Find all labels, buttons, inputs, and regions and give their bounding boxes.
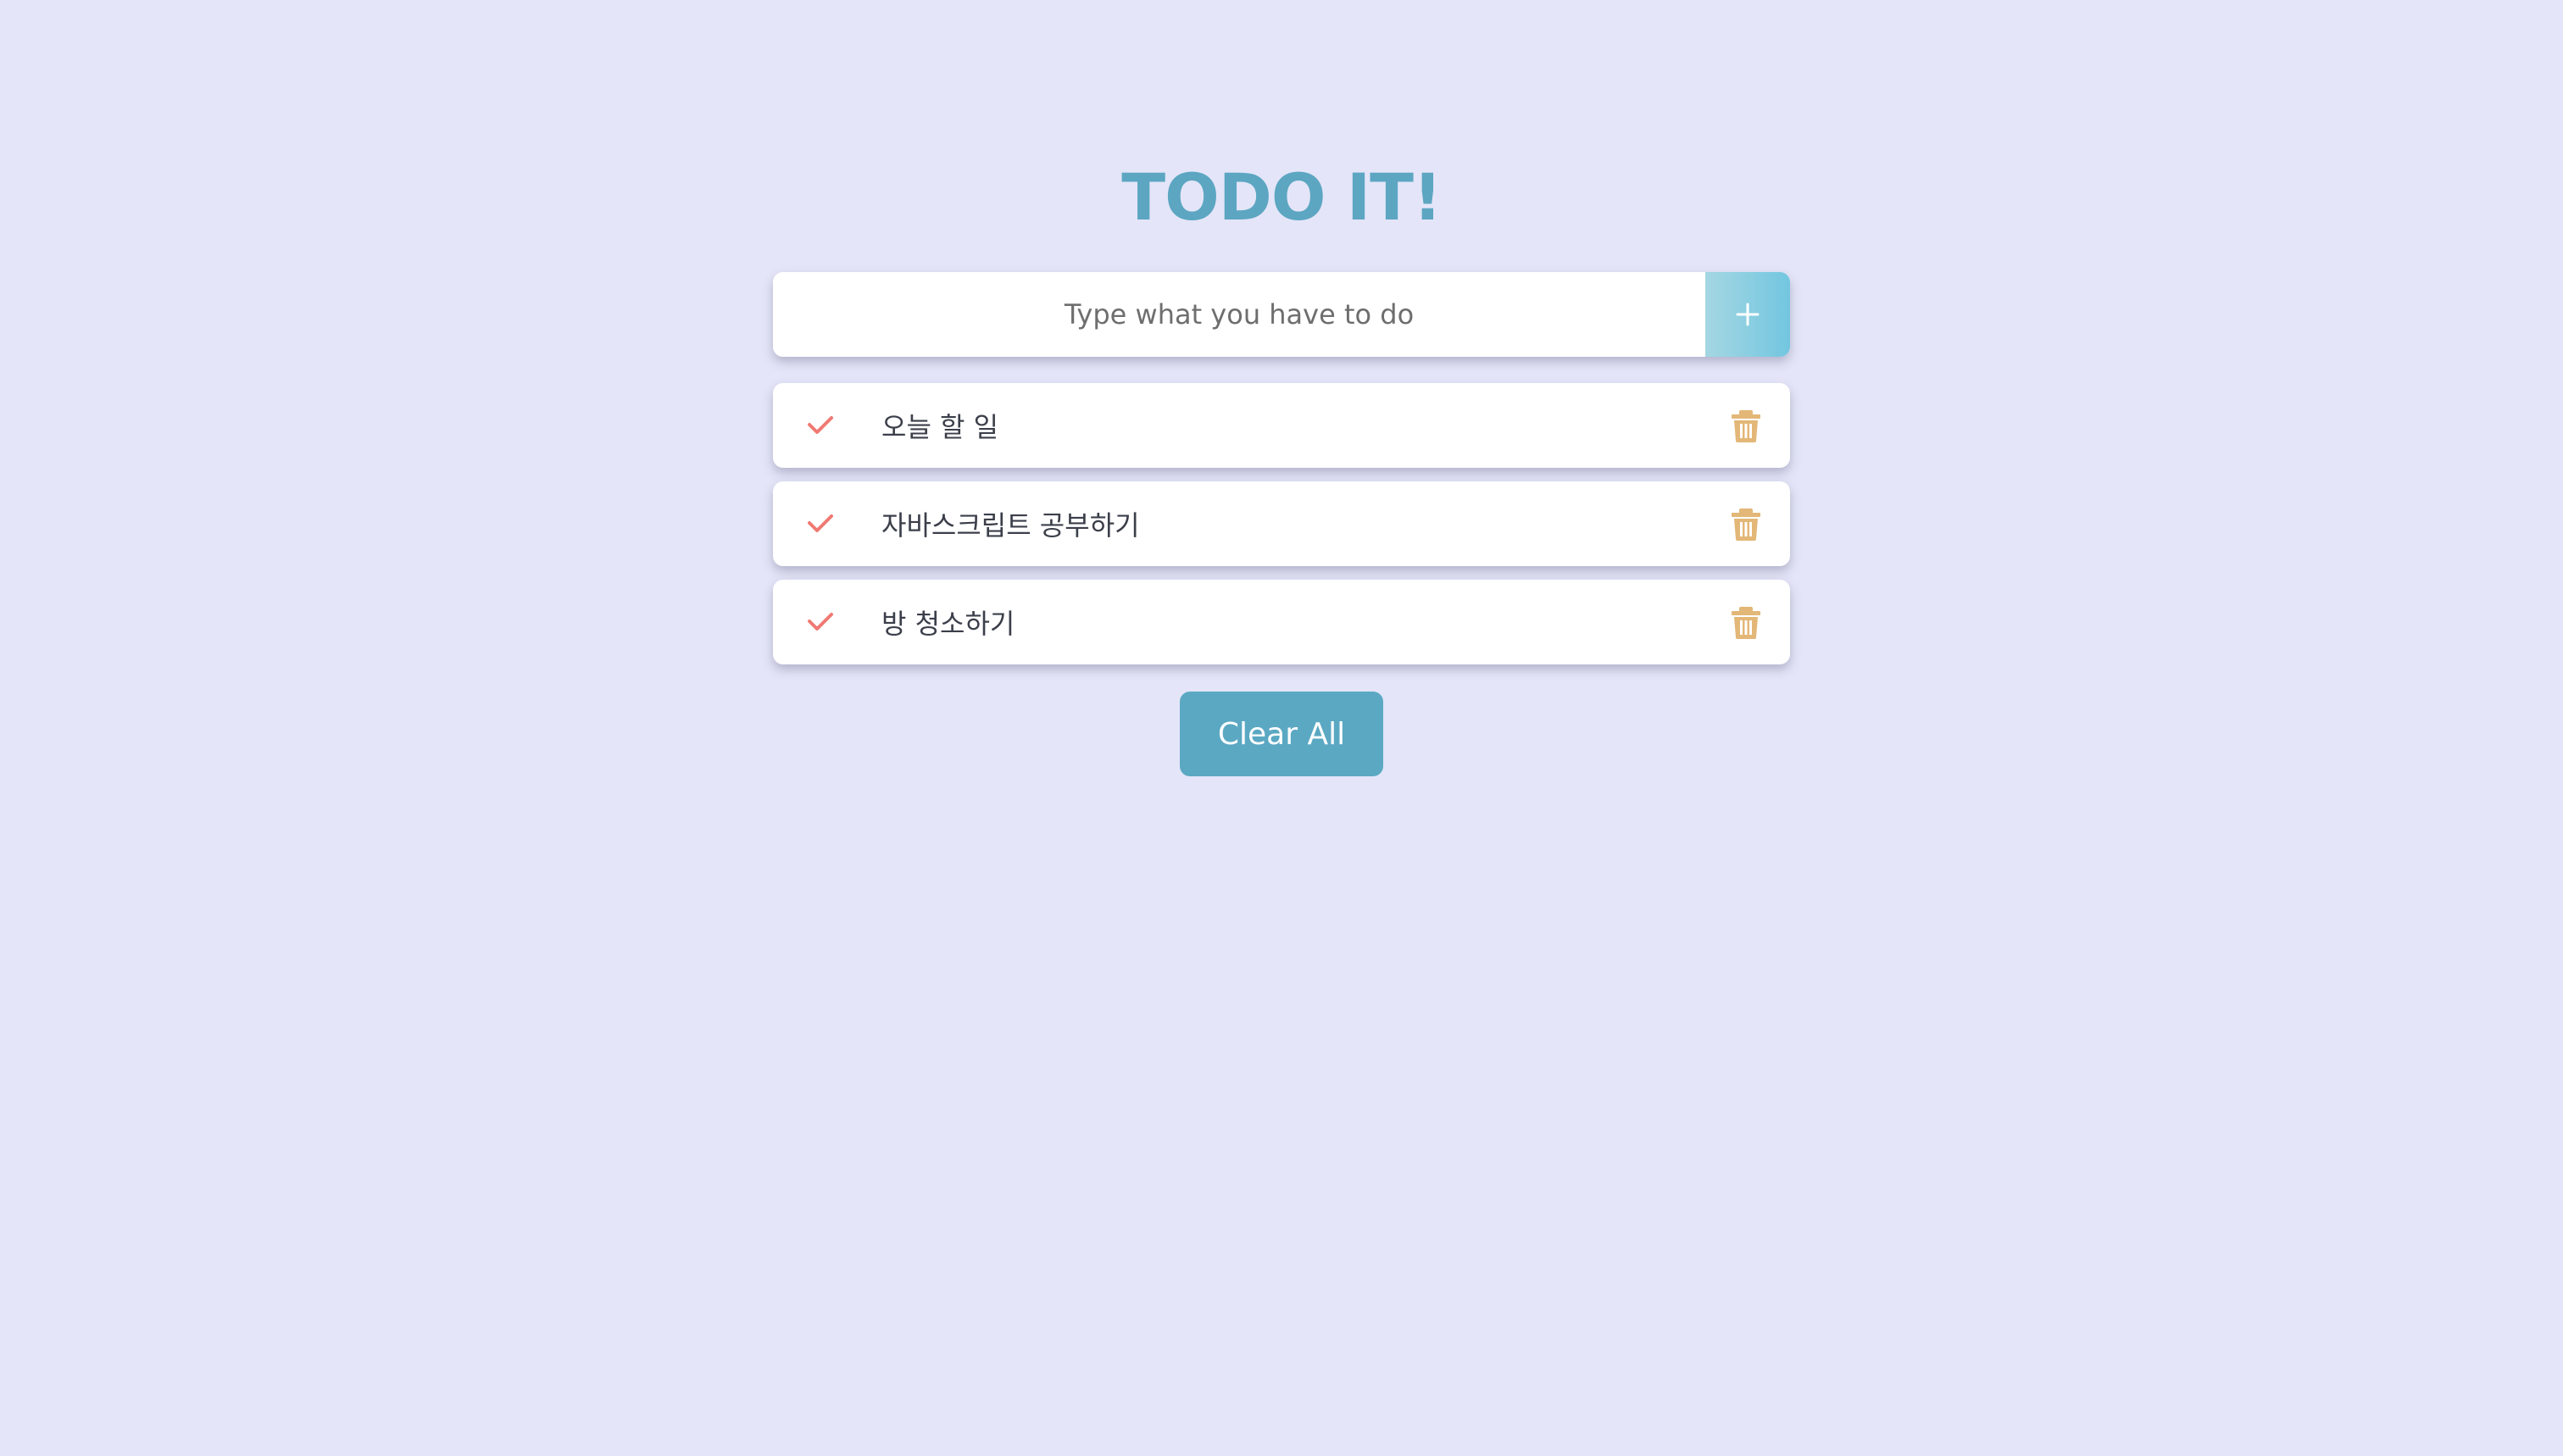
todo-input-row [773, 272, 1790, 357]
check-icon[interactable] [807, 609, 834, 636]
todo-item-text: 방 청소하기 [881, 608, 1015, 640]
check-icon[interactable] [807, 412, 834, 439]
todo-item-text: 오늘 할 일 [881, 411, 999, 443]
app-title: TODO IT! [1121, 159, 1442, 235]
todo-item-text: 자바스크립트 공부하기 [881, 509, 1140, 542]
plus-icon [1736, 303, 1760, 326]
todo-item: 방 청소하기 [773, 580, 1790, 664]
add-todo-button[interactable] [1705, 272, 1790, 357]
trash-icon[interactable] [1731, 508, 1761, 541]
todo-list: 오늘 할 일 자바스크립트 공부하기 방 청소하기 [773, 383, 1790, 678]
todo-item: 오늘 할 일 [773, 383, 1790, 468]
trash-icon[interactable] [1731, 607, 1761, 639]
todo-input[interactable] [773, 272, 1705, 357]
trash-icon[interactable] [1731, 410, 1761, 442]
todo-item: 자바스크립트 공부하기 [773, 481, 1790, 566]
clear-all-button[interactable]: Clear All [1180, 692, 1383, 776]
check-icon[interactable] [807, 510, 834, 537]
